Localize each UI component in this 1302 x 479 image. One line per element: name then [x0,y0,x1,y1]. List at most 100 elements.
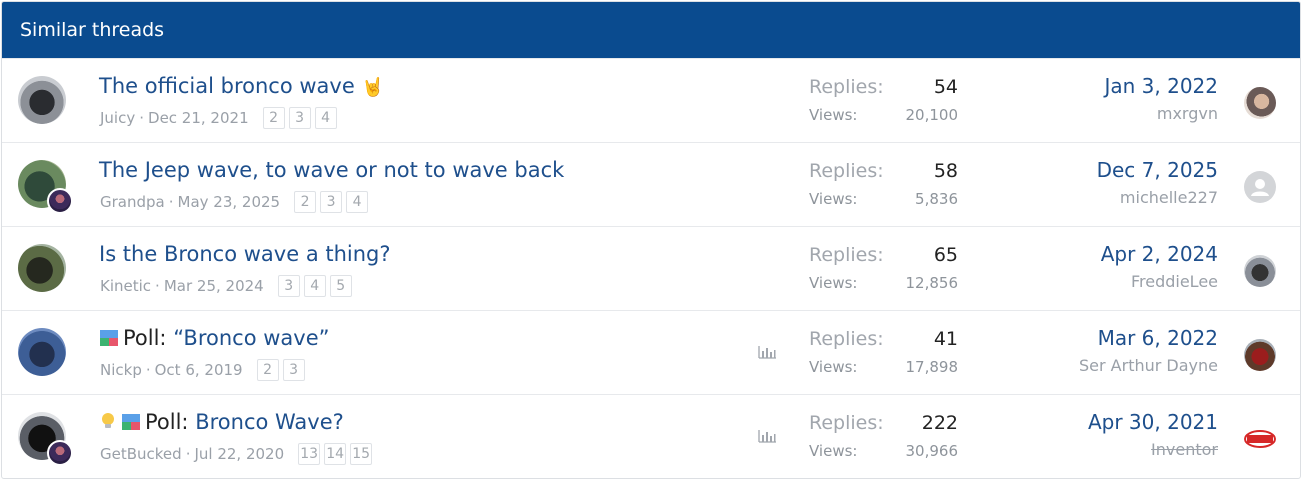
page-link[interactable]: 4 [303,275,326,297]
page-jump: 2 3 4 [262,107,337,129]
last-post-user[interactable]: Ser Arthur Dayne [1079,356,1218,375]
last-poster-avatar[interactable] [1244,339,1276,371]
views-label: Views: [809,358,858,376]
thread-title[interactable]: Bronco Wave? [195,410,344,434]
last-poster-avatar[interactable] [1244,87,1276,119]
start-date[interactable]: May 23, 2025 [178,193,281,211]
replies-count: 41 [933,328,958,350]
author-name[interactable]: Juicy [100,109,135,127]
poll-chart-icon [758,346,776,359]
views-label: Views: [809,274,858,292]
separator-dot: · [139,109,145,127]
replies-label: Replies: [809,244,884,266]
replies-label: Replies: [809,160,884,182]
page-link[interactable]: 5 [329,275,352,297]
thread-title[interactable]: The Jeep wave, to wave or not to wave ba… [99,158,564,182]
participant-mini-avatar[interactable] [47,188,73,214]
thread-row: Poll: “Bronco wave” Nickp · Oct 6, 2019 … [2,310,1300,394]
page-link[interactable]: 2 [256,359,279,381]
views-label: Views: [809,106,858,124]
last-poster-avatar[interactable] [1244,255,1276,287]
author-name[interactable]: Grandpa [100,193,165,211]
page-jump: 13 14 15 [298,443,373,465]
thread-prefix[interactable]: Poll: [123,326,167,350]
page-jump: 3 4 5 [277,275,352,297]
replies-count: 222 [921,412,958,434]
author-name[interactable]: Nickp [100,361,142,379]
thread-meta: Kinetic · Mar 25, 2024 3 4 5 [100,275,352,297]
censored-stamp-avatar[interactable] [1244,423,1276,455]
thread-title[interactable]: “Bronco wave” [173,326,329,350]
thread-meta: Nickp · Oct 6, 2019 2 3 [100,359,305,381]
last-post-user[interactable]: mxrgvn [1157,104,1218,123]
last-post-date[interactable]: Apr 2, 2024 [1101,242,1218,266]
page-link[interactable]: 14 [324,443,347,465]
thread-row: Is the Bronco wave a thing? Kinetic · Ma… [2,226,1300,310]
poll-chart-icon [758,430,776,443]
thread-row: The Jeep wave, to wave or not to wave ba… [2,142,1300,226]
views-count: 5,836 [915,190,958,208]
page-link[interactable]: 3 [277,275,300,297]
page-link[interactable]: 2 [294,191,317,213]
views-count: 17,898 [905,358,959,376]
views-label: Views: [809,190,858,208]
separator-dot: · [168,193,174,211]
page-link[interactable]: 13 [298,443,321,465]
thread-title-link[interactable]: Poll: Bronco Wave? [99,410,344,434]
thread-title-link[interactable]: The official bronco wave 🤘 [99,74,384,98]
last-post-user[interactable]: Inventor [1151,440,1218,459]
default-user-avatar-icon[interactable] [1244,171,1276,203]
similar-threads-block: Similar threads The official bronco wave… [1,1,1301,479]
poll-flag-icon [100,330,118,346]
poll-flag-icon [122,414,140,430]
thread-row: The official bronco wave 🤘 Juicy · Dec 2… [2,58,1300,142]
page-link[interactable]: 3 [288,107,311,129]
thread-title[interactable]: The official bronco wave [99,74,355,98]
last-post-date[interactable]: Dec 7, 2025 [1097,158,1218,182]
replies-count: 58 [933,160,958,182]
views-count: 12,856 [905,274,959,292]
author-avatar[interactable] [18,76,66,124]
thread-meta: Juicy · Dec 21, 2021 2 3 4 [100,107,337,129]
author-avatar[interactable] [18,328,66,376]
separator-dot: · [185,445,191,463]
thread-meta: GetBucked · Jul 22, 2020 13 14 15 [100,443,373,465]
replies-count: 65 [933,244,958,266]
author-name[interactable]: GetBucked [100,445,182,463]
replies-label: Replies: [809,76,884,98]
rock-hand-emoji-icon: 🤘 [361,77,384,98]
last-post-date[interactable]: Apr 30, 2021 [1088,410,1218,434]
replies-label: Replies: [809,412,884,434]
start-date[interactable]: Dec 21, 2021 [148,109,249,127]
last-post-date[interactable]: Mar 6, 2022 [1098,326,1218,350]
start-date[interactable]: Mar 25, 2024 [164,277,264,295]
replies-count: 54 [933,76,958,98]
lightbulb-icon [102,413,114,428]
separator-dot: · [155,277,160,295]
page-jump: 2 3 [256,359,305,381]
last-post-user[interactable]: michelle227 [1120,188,1218,207]
page-link[interactable]: 4 [346,191,369,213]
block-header: Similar threads [2,2,1300,58]
author-name[interactable]: Kinetic [100,277,151,295]
page-link[interactable]: 2 [262,107,285,129]
page-link[interactable]: 4 [314,107,337,129]
thread-prefix[interactable]: Poll: [145,410,189,434]
thread-title-link[interactable]: The Jeep wave, to wave or not to wave ba… [99,158,564,182]
views-label: Views: [809,442,858,460]
last-post-user[interactable]: FreddieLee [1131,272,1218,291]
replies-label: Replies: [809,328,884,350]
thread-title-link[interactable]: Is the Bronco wave a thing? [99,242,391,266]
page-link[interactable]: 3 [282,359,305,381]
thread-row: Poll: Bronco Wave? GetBucked · Jul 22, 2… [2,394,1300,478]
start-date[interactable]: Oct 6, 2019 [155,361,243,379]
page-link[interactable]: 3 [320,191,343,213]
start-date[interactable]: Jul 22, 2020 [194,445,284,463]
last-post-date[interactable]: Jan 3, 2022 [1104,74,1218,98]
author-avatar[interactable] [18,244,66,292]
thread-title[interactable]: Is the Bronco wave a thing? [99,242,391,266]
thread-title-link[interactable]: Poll: “Bronco wave” [99,326,330,350]
views-count: 20,100 [905,106,959,124]
page-link[interactable]: 15 [350,443,373,465]
participant-mini-avatar[interactable] [47,440,73,466]
